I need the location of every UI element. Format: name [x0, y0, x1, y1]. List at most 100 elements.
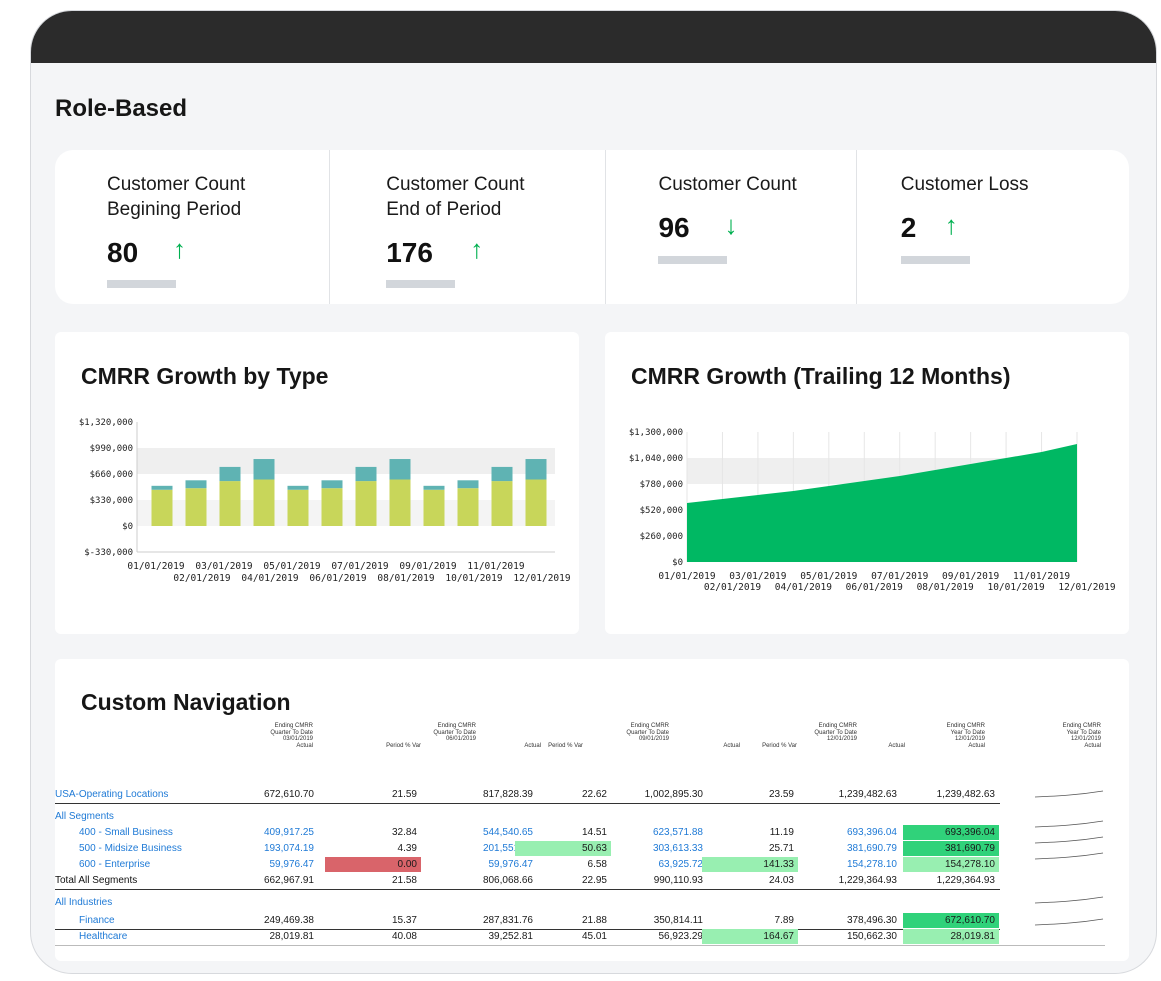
kpi-progress-bar [107, 280, 176, 288]
bar-top [525, 459, 547, 480]
column-header: Period % Var [548, 743, 583, 749]
column-header: Actual [888, 743, 905, 749]
x-tick-label: 05/01/2019 [263, 561, 320, 572]
kpi-label: Customer Count [658, 174, 797, 195]
table-cell: 28,019.81 [269, 931, 315, 942]
table-cell: 164.67 [702, 929, 798, 944]
table-row[interactable]: Total All Segments 662,967.91 21.58 806,068… [55, 873, 1000, 890]
table-cell: 249,469.38 [263, 915, 314, 926]
y-tick-label: $520,000 [640, 506, 683, 516]
arrow-up-icon: ↑ [944, 210, 958, 240]
table-row[interactable]: Healthcare 28,019.81 40.08 39,252.81 45.01 56… [55, 929, 1105, 946]
table-cell: 56,923.29 [658, 931, 704, 942]
arrow-up-icon: ↑ [470, 234, 484, 264]
sparkline [1034, 836, 1104, 844]
bar-base [151, 489, 173, 526]
kpi-customer-count[interactable]: Customer Count 96 ↓ [606, 150, 857, 304]
table-cell: 381,690.79 [903, 841, 999, 856]
table-row[interactable]: All Industries [55, 895, 1105, 911]
x-tick-label: 08/01/2019 [917, 582, 974, 593]
table-cell: 303,613.33 [652, 843, 703, 854]
table-cell: 21.88 [581, 915, 607, 926]
bar-top [253, 459, 275, 480]
bar-top [151, 485, 173, 490]
arrow-down-icon: ↓ [724, 210, 738, 240]
bar-base [355, 481, 377, 526]
table-cell: 1,239,482.63 [936, 789, 995, 800]
table-cell: 59,976.47 [269, 859, 315, 870]
table-cell: 350,814.11 [653, 915, 703, 926]
sparkline-column [1034, 790, 1104, 926]
table-row[interactable]: Finance 249,469.38 15.37 287,831.76 21.88 350… [55, 913, 1000, 930]
table-title: Custom Navigation [81, 689, 291, 715]
bar-base [321, 488, 343, 526]
table-cell: 154,278.10 [846, 859, 897, 870]
kpi-progress-bar [658, 256, 728, 264]
x-tick-label: 12/01/2019 [1058, 582, 1115, 593]
column-header: Ending CMRR Year To Date 12/01/2019 Actu… [1062, 723, 1101, 749]
row-label[interactable]: USA-Operating Locations [55, 787, 168, 802]
table-cell: 63,925.72 [658, 859, 704, 870]
table-row[interactable]: 500 - Midsize Business 193,074.19 4.39 201,… [55, 841, 1105, 857]
x-tick-label: 12/01/2019 [513, 573, 570, 584]
table-cell: 381,690.79 [846, 843, 897, 854]
column-header: Period % Var [386, 743, 421, 749]
bar-top [185, 480, 207, 489]
sparkline [1034, 790, 1104, 798]
x-tick-label: 09/01/2019 [942, 571, 999, 582]
kpi-label: Customer Loss [900, 174, 1029, 195]
x-tick-label: 04/01/2019 [775, 582, 832, 593]
row-label[interactable]: All Industries [55, 895, 112, 910]
table-row[interactable]: 400 - Small Business 409,917.25 32.84 544,5… [55, 825, 1105, 841]
x-tick-label: 05/01/2019 [800, 571, 857, 582]
kpi-label: Customer Count End of Period [386, 174, 525, 220]
table-cell: 662,967.91 [263, 875, 314, 886]
y-tick-label: $0 [122, 522, 133, 532]
row-label[interactable]: 600 - Enterprise [79, 857, 150, 872]
row-label: Total All Segments [55, 875, 138, 886]
x-tick-label: 11/01/2019 [467, 561, 524, 572]
y-tick-label: $330,000 [90, 496, 133, 506]
column-header: Ending CMRR Quarter To Date 12/01/2019 [814, 723, 857, 742]
table-cell: 623,571.88 [652, 827, 703, 838]
row-label[interactable]: 500 - Midsize Business [79, 841, 182, 856]
kpi-value: 96 [658, 212, 690, 243]
x-tick-label: 07/01/2019 [871, 571, 928, 582]
kpi-customer-count-end[interactable]: Customer Count End of Period 176 ↑ [330, 150, 607, 304]
kpi-customer-loss[interactable]: Customer Loss 2 ↑ [857, 150, 1129, 304]
table-cell: 6.58 [587, 859, 607, 870]
row-label[interactable]: Finance [79, 913, 115, 928]
table-cell: 22.95 [581, 875, 607, 886]
x-tick-label: 01/01/2019 [127, 561, 184, 572]
table-row[interactable]: USA-Operating Locations 672,610.70 21.59 81… [55, 787, 1000, 804]
row-label[interactable]: All Segments [55, 809, 114, 824]
column-header: Ending CMRR Quarter To Date 06/01/2019 [433, 723, 476, 742]
row-label[interactable]: 400 - Small Business [79, 825, 173, 840]
table-cell: 24.03 [768, 875, 794, 886]
kpi-progress-bar [900, 256, 970, 264]
table-cell: 1,239,482.63 [838, 789, 897, 800]
table-cell: 990,110.93 [653, 875, 703, 886]
table-row[interactable]: 600 - Enterprise 59,976.47 0.00 59,976.47 6.… [55, 857, 1105, 873]
x-tick-label: 01/01/2019 [658, 571, 715, 582]
table-cell: 672,610.70 [263, 789, 314, 800]
row-label[interactable]: Healthcare [79, 929, 127, 944]
kpi-customer-count-begining[interactable]: Customer Count Begining Period 80 ↑ [55, 150, 331, 304]
table-cell: 15.37 [391, 915, 417, 926]
table-cell: 21.58 [391, 875, 417, 886]
table-row[interactable]: All Segments [55, 809, 1105, 825]
y-tick-label: $260,000 [640, 532, 683, 542]
x-tick-label: 08/01/2019 [377, 573, 434, 584]
sparkline [1034, 820, 1104, 828]
bar-top [321, 480, 343, 489]
table-cell: 1,002,895.30 [644, 789, 703, 800]
sparkline [1034, 852, 1104, 860]
table-cell: 378,496.30 [846, 915, 897, 926]
bar-chart: $1,320,000 $990,000 $660,000 $330,000 $0 $-33… [79, 418, 571, 584]
bar-base [287, 489, 309, 526]
bar-base [219, 481, 241, 526]
bar-base [253, 479, 275, 526]
table-cell: 1,229,364.93 [838, 875, 897, 886]
x-tick-label: 02/01/2019 [704, 582, 761, 593]
table-cell: 693,396.04 [846, 827, 897, 838]
